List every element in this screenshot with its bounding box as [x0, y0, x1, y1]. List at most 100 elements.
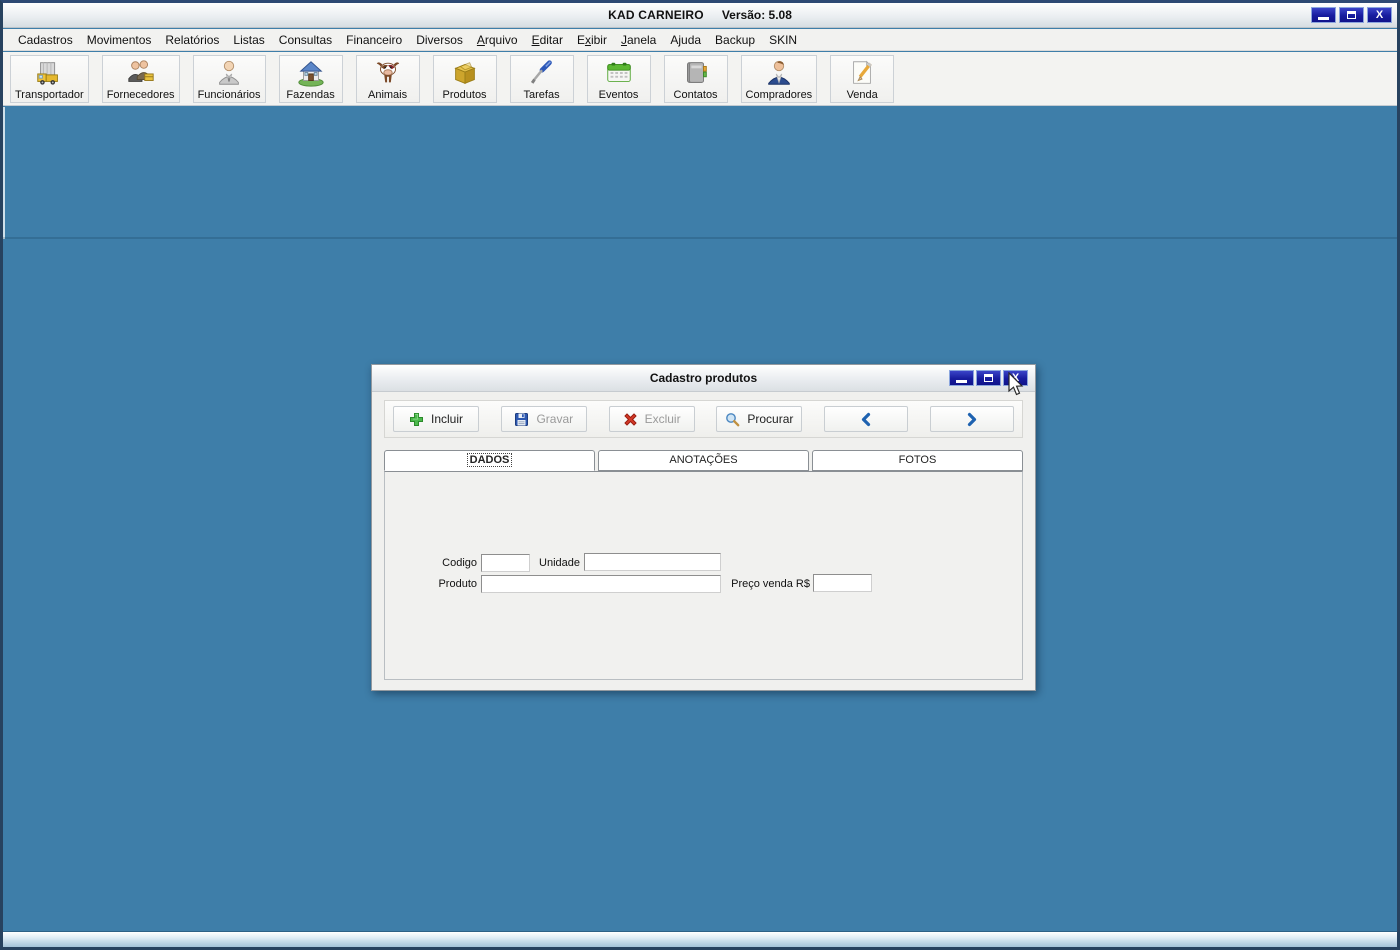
incluir-label: Incluir [430, 412, 463, 426]
menu-listas[interactable]: Listas [226, 30, 271, 50]
toolbar-fornecedores-button[interactable]: Fornecedores [101, 54, 180, 103]
toolbar-tarefas-button[interactable]: Tarefas [509, 54, 574, 103]
gravar-label: Gravar [536, 412, 574, 426]
truck-icon [37, 61, 59, 85]
maximize-button[interactable] [1339, 7, 1364, 23]
tab-anotacoes[interactable]: ANOTAÇÕES [598, 450, 809, 471]
close-icon: X [1375, 8, 1384, 21]
menu-cadastros[interactable]: Cadastros [11, 30, 80, 50]
menu-movimentos[interactable]: Movimentos [80, 30, 159, 50]
address-book-icon [686, 61, 707, 83]
dialog-toolbar: Incluir Gravar Excluir Procurar [384, 400, 1023, 438]
menu-financeiro[interactable]: Financeiro [339, 30, 409, 50]
app-title: KAD CARNEIRO [608, 8, 704, 22]
toolbar-compradores-button[interactable]: Compradores [740, 54, 818, 103]
pencil-note-icon [853, 60, 872, 84]
toolbar-contatos-label: Contatos [673, 88, 718, 101]
farm-house-icon [297, 60, 324, 87]
delete-x-icon [623, 412, 637, 426]
cow-icon [376, 61, 399, 82]
toolbar-funcionarios-button[interactable]: Funcionários [192, 54, 266, 103]
gravar-button[interactable]: Gravar [500, 406, 587, 432]
chevron-right-icon [968, 412, 977, 426]
incluir-button[interactable]: Incluir [393, 406, 479, 432]
mdi-divider-line [3, 237, 1397, 239]
minimize-icon [1318, 16, 1329, 20]
unidade-label: Unidade [539, 557, 580, 569]
toolbar-compradores-label: Compradores [745, 88, 813, 101]
excluir-button[interactable]: Excluir [608, 406, 695, 432]
tab-anotacoes-label: ANOTAÇÕES [669, 454, 738, 466]
plus-icon [409, 412, 423, 426]
previous-record-button[interactable] [824, 406, 909, 432]
procurar-label: Procurar [747, 412, 794, 426]
suppliers-icon [127, 59, 154, 82]
next-record-button[interactable] [929, 406, 1014, 432]
chevron-left-icon [861, 412, 870, 426]
employee-icon [219, 60, 239, 85]
search-icon [726, 412, 740, 426]
toolbar-animais-label: Animais [367, 88, 408, 101]
dialog-minimize-icon [956, 379, 967, 383]
produto-input[interactable] [481, 575, 721, 593]
screwdriver-icon [530, 59, 552, 84]
main-window-controls: X [1311, 7, 1392, 23]
dialog-maximize-button[interactable] [976, 370, 1001, 386]
menu-janela[interactable]: Janela [614, 30, 663, 50]
toolbar-transportador-label: Transportador [15, 88, 84, 101]
tab-fotos[interactable]: FOTOS [812, 450, 1023, 471]
toolbar-fornecedores-label: Fornecedores [106, 88, 175, 101]
menu-editar[interactable]: Editar [525, 30, 570, 50]
procurar-button[interactable]: Procurar [716, 406, 803, 432]
application-window: KAD CARNEIRO Versão: 5.08 X Cadastros Mo… [0, 0, 1400, 950]
menu-exibir[interactable]: Exibir [570, 30, 614, 50]
dialog-maximize-icon [984, 374, 993, 382]
tab-fotos-label: FOTOS [898, 454, 937, 466]
toolbar-produtos-label: Produtos [442, 88, 487, 101]
calendar-icon [606, 62, 631, 82]
menu-backup[interactable]: Backup [708, 30, 762, 50]
tab-dados[interactable]: DADOS [384, 450, 595, 471]
mdi-left-border [3, 107, 5, 239]
menu-diversos[interactable]: Diversos [409, 30, 470, 50]
toolbar-produtos-button[interactable]: Produtos [432, 54, 497, 103]
product-box-icon [453, 61, 476, 84]
menu-relatorios[interactable]: Relatórios [158, 30, 226, 50]
menubar: Cadastros Movimentos Relatórios Listas C… [3, 29, 1397, 51]
toolbar-eventos-label: Eventos [598, 88, 639, 101]
preco-venda-input[interactable] [813, 574, 872, 592]
unidade-input[interactable] [584, 553, 721, 571]
codigo-input[interactable] [481, 554, 530, 572]
toolbar-fazendas-button[interactable]: Fazendas [278, 54, 343, 103]
save-floppy-icon [515, 412, 529, 426]
app-version: Versão: 5.08 [721, 8, 792, 22]
tab-dados-label: DADOS [466, 453, 513, 467]
maximize-icon [1347, 11, 1356, 19]
mouse-cursor [1008, 372, 1024, 396]
menu-ajuda[interactable]: Ajuda [663, 30, 708, 50]
menu-arquivo[interactable]: Arquivo [470, 30, 525, 50]
main-toolbar: Transportador Fornecedores Funcionários [3, 52, 1397, 106]
dialog-titlebar[interactable]: Cadastro produtos X [372, 365, 1035, 392]
toolbar-tarefas-label: Tarefas [523, 88, 560, 101]
dialog-tabs: DADOS ANOTAÇÕES FOTOS [384, 450, 1023, 471]
codigo-label: Codigo [442, 557, 477, 569]
toolbar-transportador-button[interactable]: Transportador [10, 54, 89, 103]
toolbar-venda-label: Venda [846, 88, 878, 101]
toolbar-contatos-button[interactable]: Contatos [663, 54, 728, 103]
dialog-minimize-button[interactable] [949, 370, 974, 386]
main-titlebar: KAD CARNEIRO Versão: 5.08 X [3, 3, 1397, 28]
excluir-label: Excluir [644, 412, 681, 426]
buyer-icon [768, 60, 790, 85]
preco-venda-label: Preço venda R$ [731, 578, 810, 590]
toolbar-animais-button[interactable]: Animais [355, 54, 420, 103]
toolbar-venda-button[interactable]: Venda [830, 54, 895, 103]
produto-label: Produto [438, 578, 477, 590]
menu-skin[interactable]: SKIN [762, 30, 804, 50]
toolbar-eventos-button[interactable]: Eventos [586, 54, 651, 103]
dialog-title: Cadastro produtos [649, 371, 758, 385]
close-button[interactable]: X [1367, 7, 1392, 23]
minimize-button[interactable] [1311, 7, 1336, 23]
menu-consultas[interactable]: Consultas [272, 30, 339, 50]
toolbar-funcionarios-label: Funcionários [197, 88, 261, 101]
